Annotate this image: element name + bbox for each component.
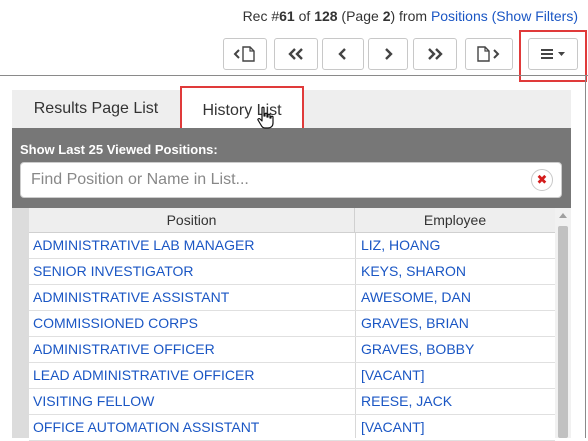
position-link[interactable]: SENIOR INVESTIGATOR — [33, 259, 194, 284]
history-panel-label: Show Last 25 Viewed Positions: — [20, 142, 218, 157]
table-row[interactable]: ADMINISTRATIVE LAB MANAGER LIZ, HOANG — [29, 233, 555, 259]
history-search-box: ✖ — [20, 162, 562, 198]
table-body: ADMINISTRATIVE LAB MANAGER LIZ, HOANG SENI… — [29, 233, 555, 441]
chevron-left-icon — [337, 47, 349, 61]
table-header: Position Employee — [29, 208, 555, 233]
history-search-input[interactable] — [31, 163, 521, 197]
record-position-text: Rec #61 of 128 (Page 2) from Positions (… — [242, 8, 578, 24]
first-page-button[interactable] — [274, 38, 318, 70]
employee-link[interactable]: GRAVES, BRIAN — [361, 311, 469, 336]
previous-document-button[interactable] — [223, 38, 267, 70]
row-selector-strip — [12, 208, 29, 438]
employee-link[interactable]: KEYS, SHARON — [361, 259, 466, 284]
position-link[interactable]: OFFICE AUTOMATION ASSISTANT — [33, 415, 259, 440]
previous-button[interactable] — [322, 38, 364, 70]
toolbar-divider — [0, 75, 588, 76]
current-record-number: 61 — [279, 8, 295, 24]
position-link[interactable]: VISITING FELLOW — [33, 389, 154, 414]
position-link[interactable]: LEAD ADMINISTRATIVE OFFICER — [33, 363, 254, 388]
panel-right-border — [585, 75, 586, 438]
tab-results-page-list[interactable]: Results Page List — [12, 90, 180, 128]
position-link[interactable]: ADMINISTRATIVE ASSISTANT — [33, 285, 229, 310]
show-filters-link[interactable]: (Show Filters) — [492, 8, 578, 24]
scroll-up-arrow-icon[interactable] — [559, 213, 567, 218]
employee-link[interactable]: AWESOME, DAN — [361, 285, 471, 310]
scrollbar-thumb[interactable] — [558, 226, 568, 438]
double-chevron-left-icon — [287, 47, 305, 61]
table-scrollbar[interactable] — [555, 208, 571, 438]
table-row[interactable]: ADMINISTRATIVE ASSISTANT AWESOME, DAN — [29, 285, 555, 311]
table-row[interactable]: VISITING FELLOW REESE, JACK — [29, 389, 555, 415]
table-row[interactable]: ADMINISTRATIVE OFFICER GRAVES, BOBBY — [29, 337, 555, 363]
column-header-employee[interactable]: Employee — [355, 208, 555, 232]
table-row[interactable]: COMMISSIONED CORPS GRAVES, BRIAN — [29, 311, 555, 337]
hand-pointer-cursor-icon — [256, 106, 276, 135]
next-button[interactable] — [368, 38, 408, 70]
total-record-count: 128 — [314, 8, 338, 24]
employee-link[interactable]: [VACANT] — [361, 415, 425, 440]
employee-link[interactable]: LIZ, HOANG — [361, 233, 440, 258]
clear-search-button[interactable]: ✖ — [531, 169, 553, 191]
employee-link[interactable]: [VACANT] — [361, 363, 425, 388]
position-link[interactable]: COMMISSIONED CORPS — [33, 311, 198, 336]
table-row[interactable]: OFFICE AUTOMATION ASSISTANT [VACANT] — [29, 415, 555, 441]
column-header-position[interactable]: Position — [29, 208, 355, 232]
employee-link[interactable]: GRAVES, BOBBY — [361, 337, 474, 362]
close-icon: ✖ — [536, 172, 548, 187]
double-chevron-right-icon — [426, 47, 444, 61]
next-document-button[interactable] — [465, 38, 513, 70]
previous-document-icon — [233, 46, 257, 62]
position-link[interactable]: ADMINISTRATIVE LAB MANAGER — [33, 233, 254, 258]
positions-link[interactable]: Positions — [431, 8, 488, 24]
next-document-icon — [476, 46, 502, 62]
chevron-right-icon — [382, 47, 394, 61]
employee-link[interactable]: REESE, JACK — [361, 389, 452, 414]
table-row[interactable]: LEAD ADMINISTRATIVE OFFICER [VACANT] — [29, 363, 555, 389]
table-row[interactable]: SENIOR INVESTIGATOR KEYS, SHARON — [29, 259, 555, 285]
position-link[interactable]: ADMINISTRATIVE OFFICER — [33, 337, 215, 362]
last-page-button[interactable] — [413, 38, 457, 70]
